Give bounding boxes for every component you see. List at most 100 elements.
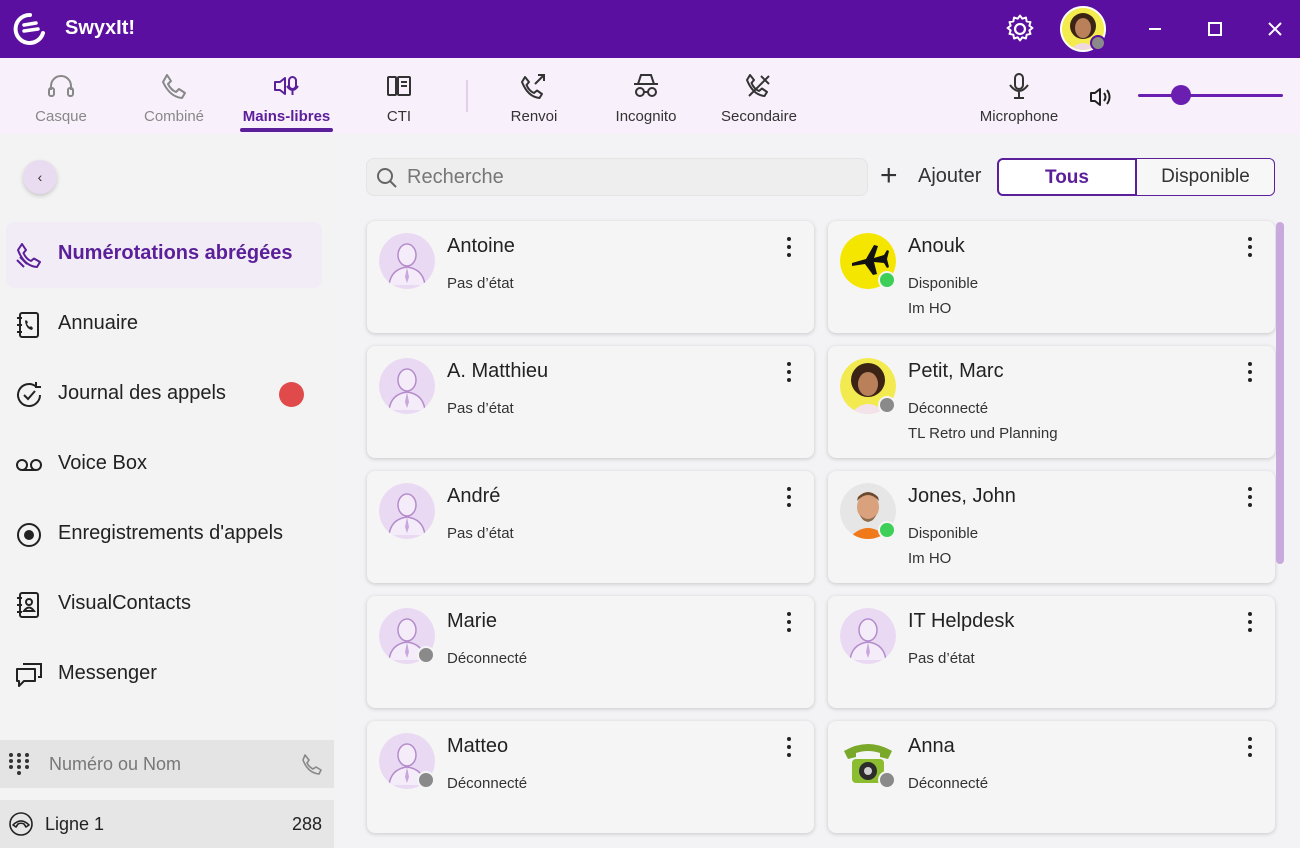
sidebar-item-label: VisualContacts xyxy=(58,592,192,614)
presence-available-dot xyxy=(878,521,896,539)
collapse-sidebar-button[interactable]: ‹ xyxy=(23,160,57,194)
title-bar: SwyxIt! xyxy=(0,0,1300,58)
search-input[interactable] xyxy=(407,163,857,191)
more-options-icon[interactable] xyxy=(1246,737,1254,761)
sidebar-item-label: Journal des appels xyxy=(58,382,226,404)
contact-card[interactable]: Petit, Marc Déconnecté TL Retro und Plan… xyxy=(828,346,1275,458)
filter-all-button[interactable]: Tous xyxy=(997,158,1137,196)
search-box[interactable] xyxy=(366,158,868,196)
line-number: 288 xyxy=(292,814,323,834)
more-options-icon[interactable] xyxy=(785,362,793,386)
dialpad-icon[interactable] xyxy=(8,752,30,776)
sidebar-item-recordings[interactable]: Enregistrements d'appels xyxy=(6,502,322,568)
tool-microphone[interactable]: Microphone xyxy=(974,58,1064,134)
more-options-icon[interactable] xyxy=(785,737,793,761)
speakerphone-icon xyxy=(273,76,299,95)
volume-icon[interactable] xyxy=(1088,84,1114,110)
plus-icon: + xyxy=(880,159,898,192)
presence-offline-dot xyxy=(878,396,896,414)
contact-name: Anna xyxy=(908,735,955,757)
contact-card[interactable]: IT Helpdesk Pas d’état xyxy=(828,596,1275,708)
tool-label: Combiné xyxy=(143,108,205,125)
messenger-icon xyxy=(16,663,42,687)
tool-label: Casque xyxy=(35,108,87,125)
tool-label: Microphone xyxy=(979,108,1059,125)
tool-secondaire[interactable]: Secondaire xyxy=(716,58,802,134)
contact-card[interactable]: Anna Déconnecté xyxy=(828,721,1275,833)
sidebar-item-label: Numérotations abrégées xyxy=(58,242,293,264)
sidebar-item-label: Messenger xyxy=(58,662,157,684)
sidebar-item-label: Enregistrements d'appels xyxy=(58,522,284,544)
tool-incognito[interactable]: Incognito xyxy=(610,58,682,134)
contact-card[interactable]: Marie Déconnecté xyxy=(367,596,814,708)
contact-name: Petit, Marc xyxy=(908,360,1004,382)
contact-note: Im HO xyxy=(908,300,952,317)
more-options-icon[interactable] xyxy=(785,237,793,261)
sidebar-item-speed-dial[interactable]: Numérotations abrégées xyxy=(6,222,322,288)
contact-name: Jones, John xyxy=(908,485,1016,507)
sidebar-item-voicebox[interactable]: Voice Box xyxy=(6,432,322,498)
add-label: Ajouter xyxy=(918,165,982,187)
contact-card[interactable]: Jones, John Disponible Im HO xyxy=(828,471,1275,583)
contact-name: Antoine xyxy=(447,235,515,257)
more-options-icon[interactable] xyxy=(1246,362,1254,386)
line-name: Ligne 1 xyxy=(45,814,105,834)
more-options-icon[interactable] xyxy=(785,612,793,636)
active-tab-indicator xyxy=(240,128,333,132)
contact-status: Déconnecté xyxy=(447,650,528,667)
minimize-icon[interactable] xyxy=(1140,14,1170,44)
record-icon xyxy=(17,523,41,547)
contact-card[interactable]: Matteo Déconnecté xyxy=(367,721,814,833)
user-presence-dot xyxy=(1090,35,1106,51)
contact-status: Pas d’état xyxy=(908,650,975,667)
contact-name: IT Helpdesk xyxy=(908,610,1015,632)
presence-offline-dot xyxy=(417,771,435,789)
settings-gear-icon[interactable] xyxy=(1003,12,1037,46)
handset-icon xyxy=(162,74,186,99)
sidebar-item-messenger[interactable]: Messenger xyxy=(6,642,322,708)
secondary-call-icon xyxy=(746,74,770,97)
contacts-scrollbar[interactable] xyxy=(1276,222,1284,564)
voicemail-icon xyxy=(16,459,42,471)
contacts-icon xyxy=(17,592,39,618)
close-icon[interactable] xyxy=(1260,14,1290,44)
tool-label: Renvoi xyxy=(510,108,558,125)
sidebar-item-call-log[interactable]: Journal des appels xyxy=(6,362,322,428)
tool-mains-libres[interactable]: Mains-libres xyxy=(240,58,333,134)
contact-name: Anouk xyxy=(908,235,965,257)
contact-card[interactable]: Antoine Pas d’état xyxy=(367,221,814,333)
sidebar-item-label: Voice Box xyxy=(58,452,147,474)
volume-slider-handle[interactable] xyxy=(1171,85,1191,105)
tool-cti[interactable]: CTI xyxy=(368,58,430,134)
volume-slider-track[interactable] xyxy=(1138,94,1283,97)
line-status-bar[interactable]: Ligne 1 288 xyxy=(0,800,334,848)
tool-casque[interactable]: Casque xyxy=(20,58,102,134)
sidebar-item-label: Annuaire xyxy=(58,312,139,334)
more-options-icon[interactable] xyxy=(785,487,793,511)
more-options-icon[interactable] xyxy=(1246,612,1254,636)
contact-status: Disponible xyxy=(908,275,979,292)
more-options-icon[interactable] xyxy=(1246,237,1254,261)
cti-icon xyxy=(387,76,411,96)
default-avatar-icon xyxy=(379,483,435,539)
dial-phone-icon[interactable] xyxy=(300,752,324,776)
dial-bar[interactable]: Numéro ou Nom xyxy=(0,740,334,788)
filter-available-button[interactable]: Disponible xyxy=(1136,158,1275,196)
tool-combine[interactable]: Combiné xyxy=(132,58,216,134)
sidebar-item-phonebook[interactable]: Annuaire xyxy=(6,292,322,358)
contact-card[interactable]: A. Matthieu Pas d’état xyxy=(367,346,814,458)
contact-status: Pas d’état xyxy=(447,400,514,417)
phonebook-icon xyxy=(17,312,39,338)
contact-status: Pas d’état xyxy=(447,275,514,292)
tool-renvoi[interactable]: Renvoi xyxy=(500,58,568,134)
sidebar-item-visualcontacts[interactable]: VisualContacts xyxy=(6,572,322,638)
contact-card[interactable]: Anouk Disponible Im HO xyxy=(828,221,1275,333)
contact-card[interactable]: André Pas d’état xyxy=(367,471,814,583)
contact-name: A. Matthieu xyxy=(447,360,549,382)
contact-name: André xyxy=(447,485,501,507)
dial-input[interactable]: Numéro ou Nom xyxy=(49,754,181,775)
maximize-icon[interactable] xyxy=(1200,14,1230,44)
missed-calls-badge xyxy=(279,382,304,407)
more-options-icon[interactable] xyxy=(1246,487,1254,511)
microphone-icon xyxy=(1009,73,1029,99)
